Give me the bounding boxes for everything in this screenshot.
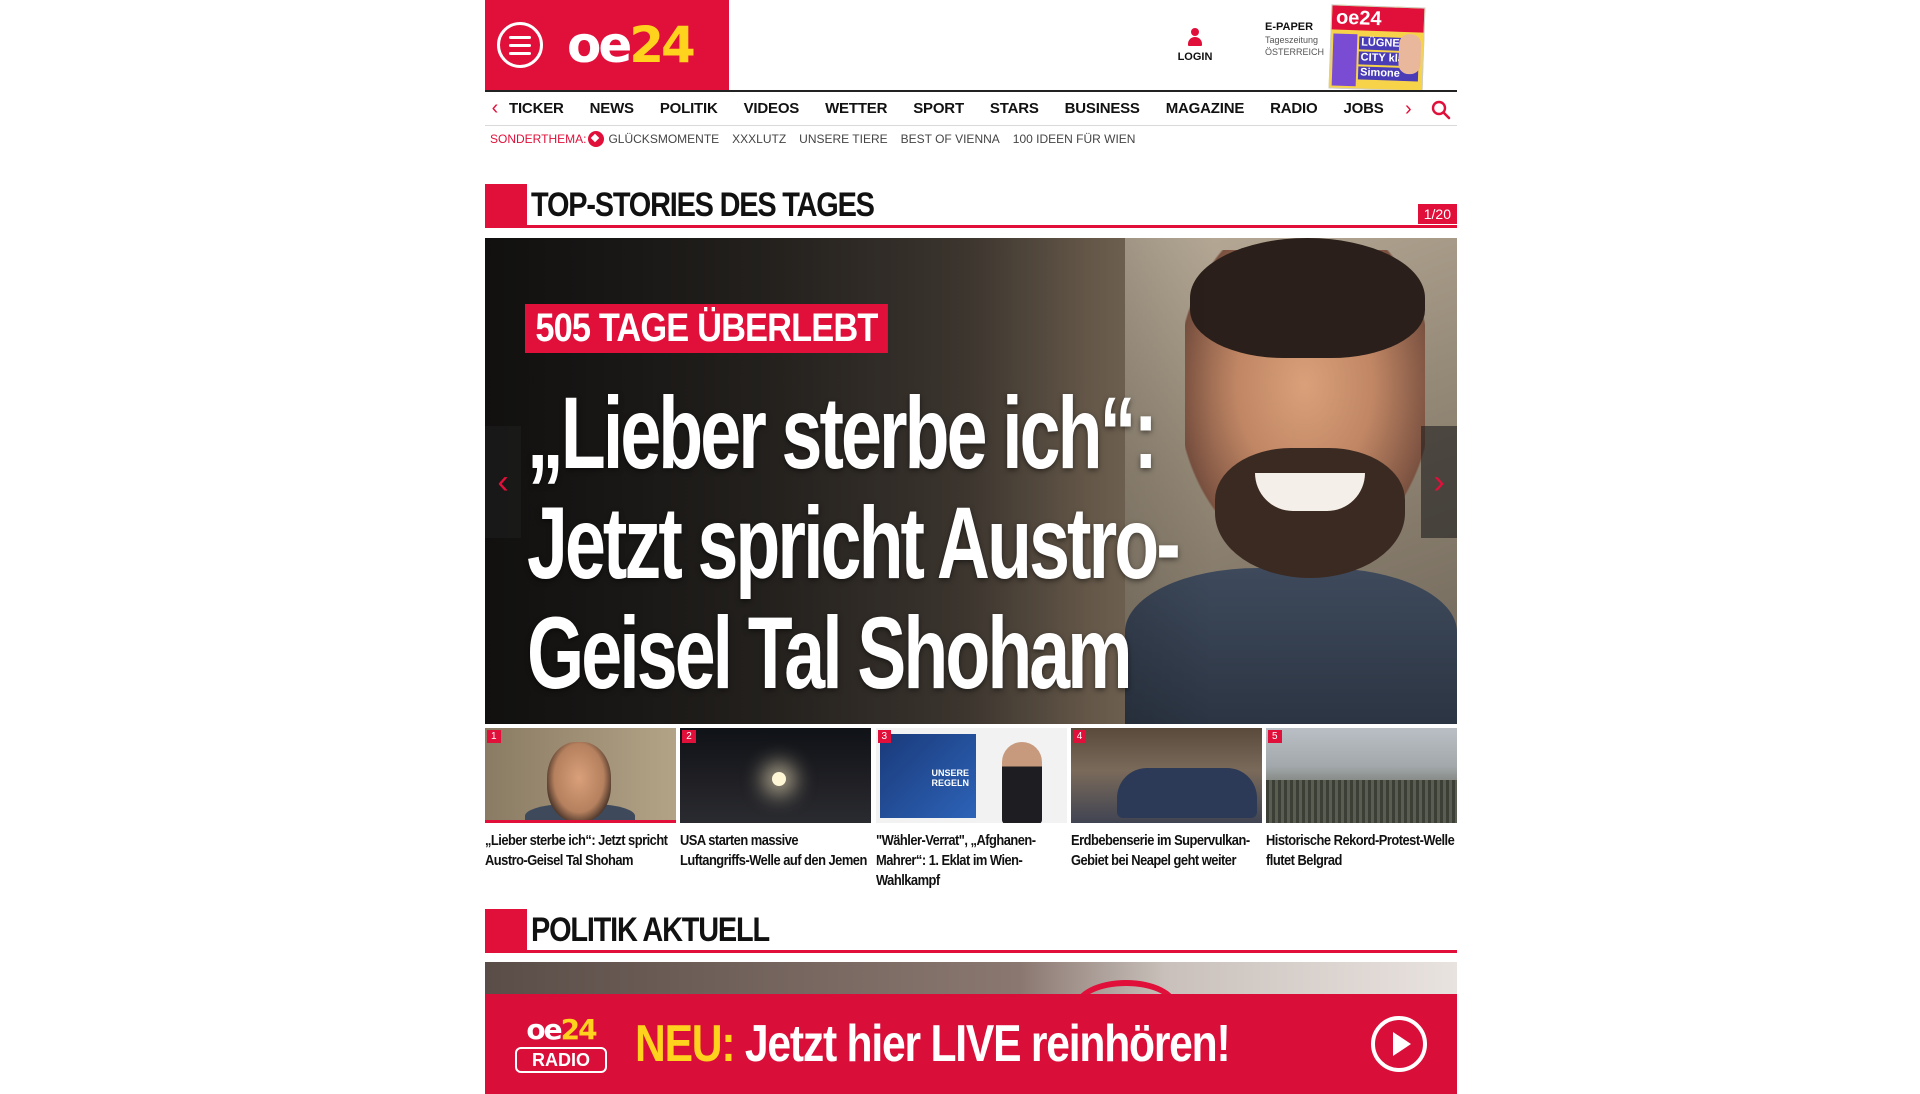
oe24-logo[interactable]: oe24 — [567, 20, 696, 70]
top-stories-header: TOP-STORIES DES TAGES 1/20 — [485, 184, 1457, 228]
cover-photo — [1398, 33, 1422, 75]
story-thumbnails: 1 „Lieber sterbe ich“: Jetzt spricht Aus… — [485, 728, 1457, 891]
thumb-title[interactable]: Historische Rekord-Protest-Welle flutet … — [1266, 831, 1455, 871]
politik-header: POLITIK AKTUELL — [485, 909, 1457, 953]
story-thumb-3[interactable]: UNSERE REGELN 3 "Wähler-Verrat", „Afghan… — [875, 728, 1067, 891]
thumb-photo-car — [1116, 768, 1257, 818]
user-icon — [1186, 28, 1204, 48]
sonderthema-bar: SONDERTHEMA: GLÜCKSMOMENTE XXXLUTZ UNSER… — [490, 130, 1148, 148]
radio-banner-text: NEU: Jetzt hier LIVE reinhören! — [635, 1014, 1231, 1074]
hero-story[interactable]: 505 TAGE ÜBERLEBT „Lieber sterbe ich“: J… — [485, 238, 1457, 724]
nav-item-business[interactable]: BUSINESS — [1065, 100, 1140, 117]
screen-text: UNSERE REGELN — [931, 768, 970, 788]
menu-icon[interactable] — [497, 22, 543, 68]
thumb-number: 2 — [682, 730, 696, 743]
nav-item-wetter[interactable]: WETTER — [825, 100, 887, 117]
thumb-photo-face — [547, 742, 611, 820]
nav-items: TICKER NEWS POLITIK VIDEOS WETTER SPORT … — [505, 100, 1457, 117]
nav-item-stars[interactable]: STARS — [990, 100, 1039, 117]
thumb-image: 1 — [485, 728, 676, 823]
radio-logo-mark: oe24 — [515, 1015, 607, 1045]
thumb-image: 4 — [1070, 728, 1262, 823]
thumb-title[interactable]: Erdbebenserie im Supervulkan-Gebiet bei … — [1071, 831, 1260, 871]
play-icon[interactable] — [1371, 1016, 1427, 1072]
nav-item-videos[interactable]: VIDEOS — [744, 100, 800, 117]
nav-item-radio[interactable]: RADIO — [1270, 100, 1318, 117]
thumb-number: 3 — [877, 730, 892, 743]
radio-live-banner[interactable]: oe24 RADIO NEU: Jetzt hier LIVE reinhöre… — [485, 994, 1457, 1094]
thumb-number: 4 — [1072, 730, 1087, 743]
story-thumb-4[interactable]: 4 Erdbebenserie im Supervulkan-Gebiet be… — [1070, 728, 1262, 891]
nav-item-politik[interactable]: POLITIK — [660, 100, 718, 117]
cover-masthead: oe24 — [1331, 5, 1425, 33]
nav-item-sport[interactable]: SPORT — [913, 100, 964, 117]
subnav-item-gluecksmomente[interactable]: GLÜCKSMOMENTE — [608, 132, 719, 146]
main-nav: ‹ TICKER NEWS POLITIK VIDEOS WETTER SPOR… — [485, 90, 1457, 126]
search-icon[interactable] — [1431, 100, 1451, 120]
thumb-image: 5 — [1266, 728, 1457, 823]
thumb-title[interactable]: USA starten massive Luftangriffs-Welle a… — [680, 831, 869, 871]
slide-counter: 1/20 — [1417, 204, 1457, 224]
nav-item-jobs[interactable]: JOBS — [1344, 100, 1384, 117]
radio-neu-label: NEU: — [635, 1015, 736, 1073]
radio-cta-text: Jetzt hier LIVE reinhören! — [734, 1015, 1231, 1073]
page: oe24 LOGIN E-PAPER Tageszeitung ÖSTERREI… — [485, 0, 1457, 1094]
section-title: POLITIK AKTUELL — [531, 911, 770, 949]
subnav-item-unsere-tiere[interactable]: UNSERE TIERE — [799, 132, 887, 146]
epaper-link[interactable]: E-PAPER Tageszeitung ÖSTERREICH — [1265, 20, 1329, 58]
epaper-subtitle: Tageszeitung — [1265, 35, 1319, 45]
gluecksmomente-icon — [588, 131, 605, 147]
oe24-radio-logo: oe24 RADIO — [515, 1015, 607, 1073]
nav-item-magazine[interactable]: MAGAZINE — [1166, 100, 1245, 117]
epaper-title: E-PAPER — [1265, 21, 1314, 33]
story-thumb-5[interactable]: 5 Historische Rekord-Protest-Welle flute… — [1266, 728, 1457, 891]
thumb-photo-light — [772, 772, 787, 786]
chevron-left-icon[interactable]: ‹ — [485, 97, 505, 120]
thumb-photo-speaker — [1001, 742, 1042, 823]
thumb-photo-crowd — [1266, 780, 1457, 823]
section-title: TOP-STORIES DES TAGES — [531, 186, 875, 224]
brand-block: oe24 — [485, 0, 729, 90]
thumb-image: UNSERE REGELN 3 — [875, 728, 1067, 823]
nav-item-news[interactable]: NEWS — [590, 100, 634, 117]
thumb-photo-screen: UNSERE REGELN — [879, 734, 976, 818]
section-underline — [527, 950, 1457, 953]
politik-lead-image[interactable] — [485, 962, 1457, 996]
logo-oe-text: oe — [567, 16, 632, 74]
subnav-item-best-of-vienna[interactable]: BEST OF VIENNA — [901, 132, 1000, 146]
section-accent-bar — [485, 909, 527, 953]
hero-headline[interactable]: „Lieber sterbe ich“: Jetzt spricht Austr… — [527, 378, 1247, 708]
thumb-number: 1 — [487, 730, 501, 743]
sonderthema-label: SONDERTHEMA: — [490, 132, 587, 146]
logo-24-text: 24 — [629, 16, 696, 74]
nav-item-ticker[interactable]: TICKER — [509, 100, 564, 117]
radio-logo-oe: oe — [526, 1013, 562, 1046]
thumb-title[interactable]: „Lieber sterbe ich“: Jetzt spricht Austr… — [485, 831, 674, 871]
login-button[interactable]: LOGIN — [1173, 28, 1217, 63]
chevron-right-icon[interactable]: › — [1405, 98, 1412, 121]
epaper-subtitle-2: ÖSTERREICH — [1265, 47, 1325, 57]
story-thumb-2[interactable]: 2 USA starten massive Luftangriffs-Welle… — [680, 728, 872, 891]
login-label: LOGIN — [1177, 51, 1213, 63]
radio-logo-24: 24 — [560, 1013, 598, 1046]
subnav-item-xxxlutz[interactable]: XXXLUTZ — [732, 132, 786, 146]
thumb-number: 5 — [1268, 730, 1282, 743]
section-accent-bar — [485, 184, 527, 228]
radio-logo-word: RADIO — [515, 1047, 607, 1073]
section-underline — [527, 225, 1457, 228]
cover-side-panel — [1331, 33, 1358, 87]
thumb-title[interactable]: "Wähler-Verrat", „Afghanen-Mahrer“: 1. E… — [876, 831, 1065, 891]
epaper-cover-image[interactable]: oe24 LÜGNER CITY klärt Simone — [1328, 4, 1426, 92]
subnav-item-100-ideen[interactable]: 100 IDEEN FÜR WIEN — [1013, 132, 1136, 146]
chevron-right-icon[interactable]: › — [1421, 426, 1457, 538]
hero-kicker: 505 TAGE ÜBERLEBT — [525, 304, 888, 353]
story-thumb-1[interactable]: 1 „Lieber sterbe ich“: Jetzt spricht Aus… — [485, 728, 676, 891]
chevron-left-icon[interactable]: ‹ — [485, 426, 521, 538]
thumb-image: 2 — [680, 728, 872, 823]
